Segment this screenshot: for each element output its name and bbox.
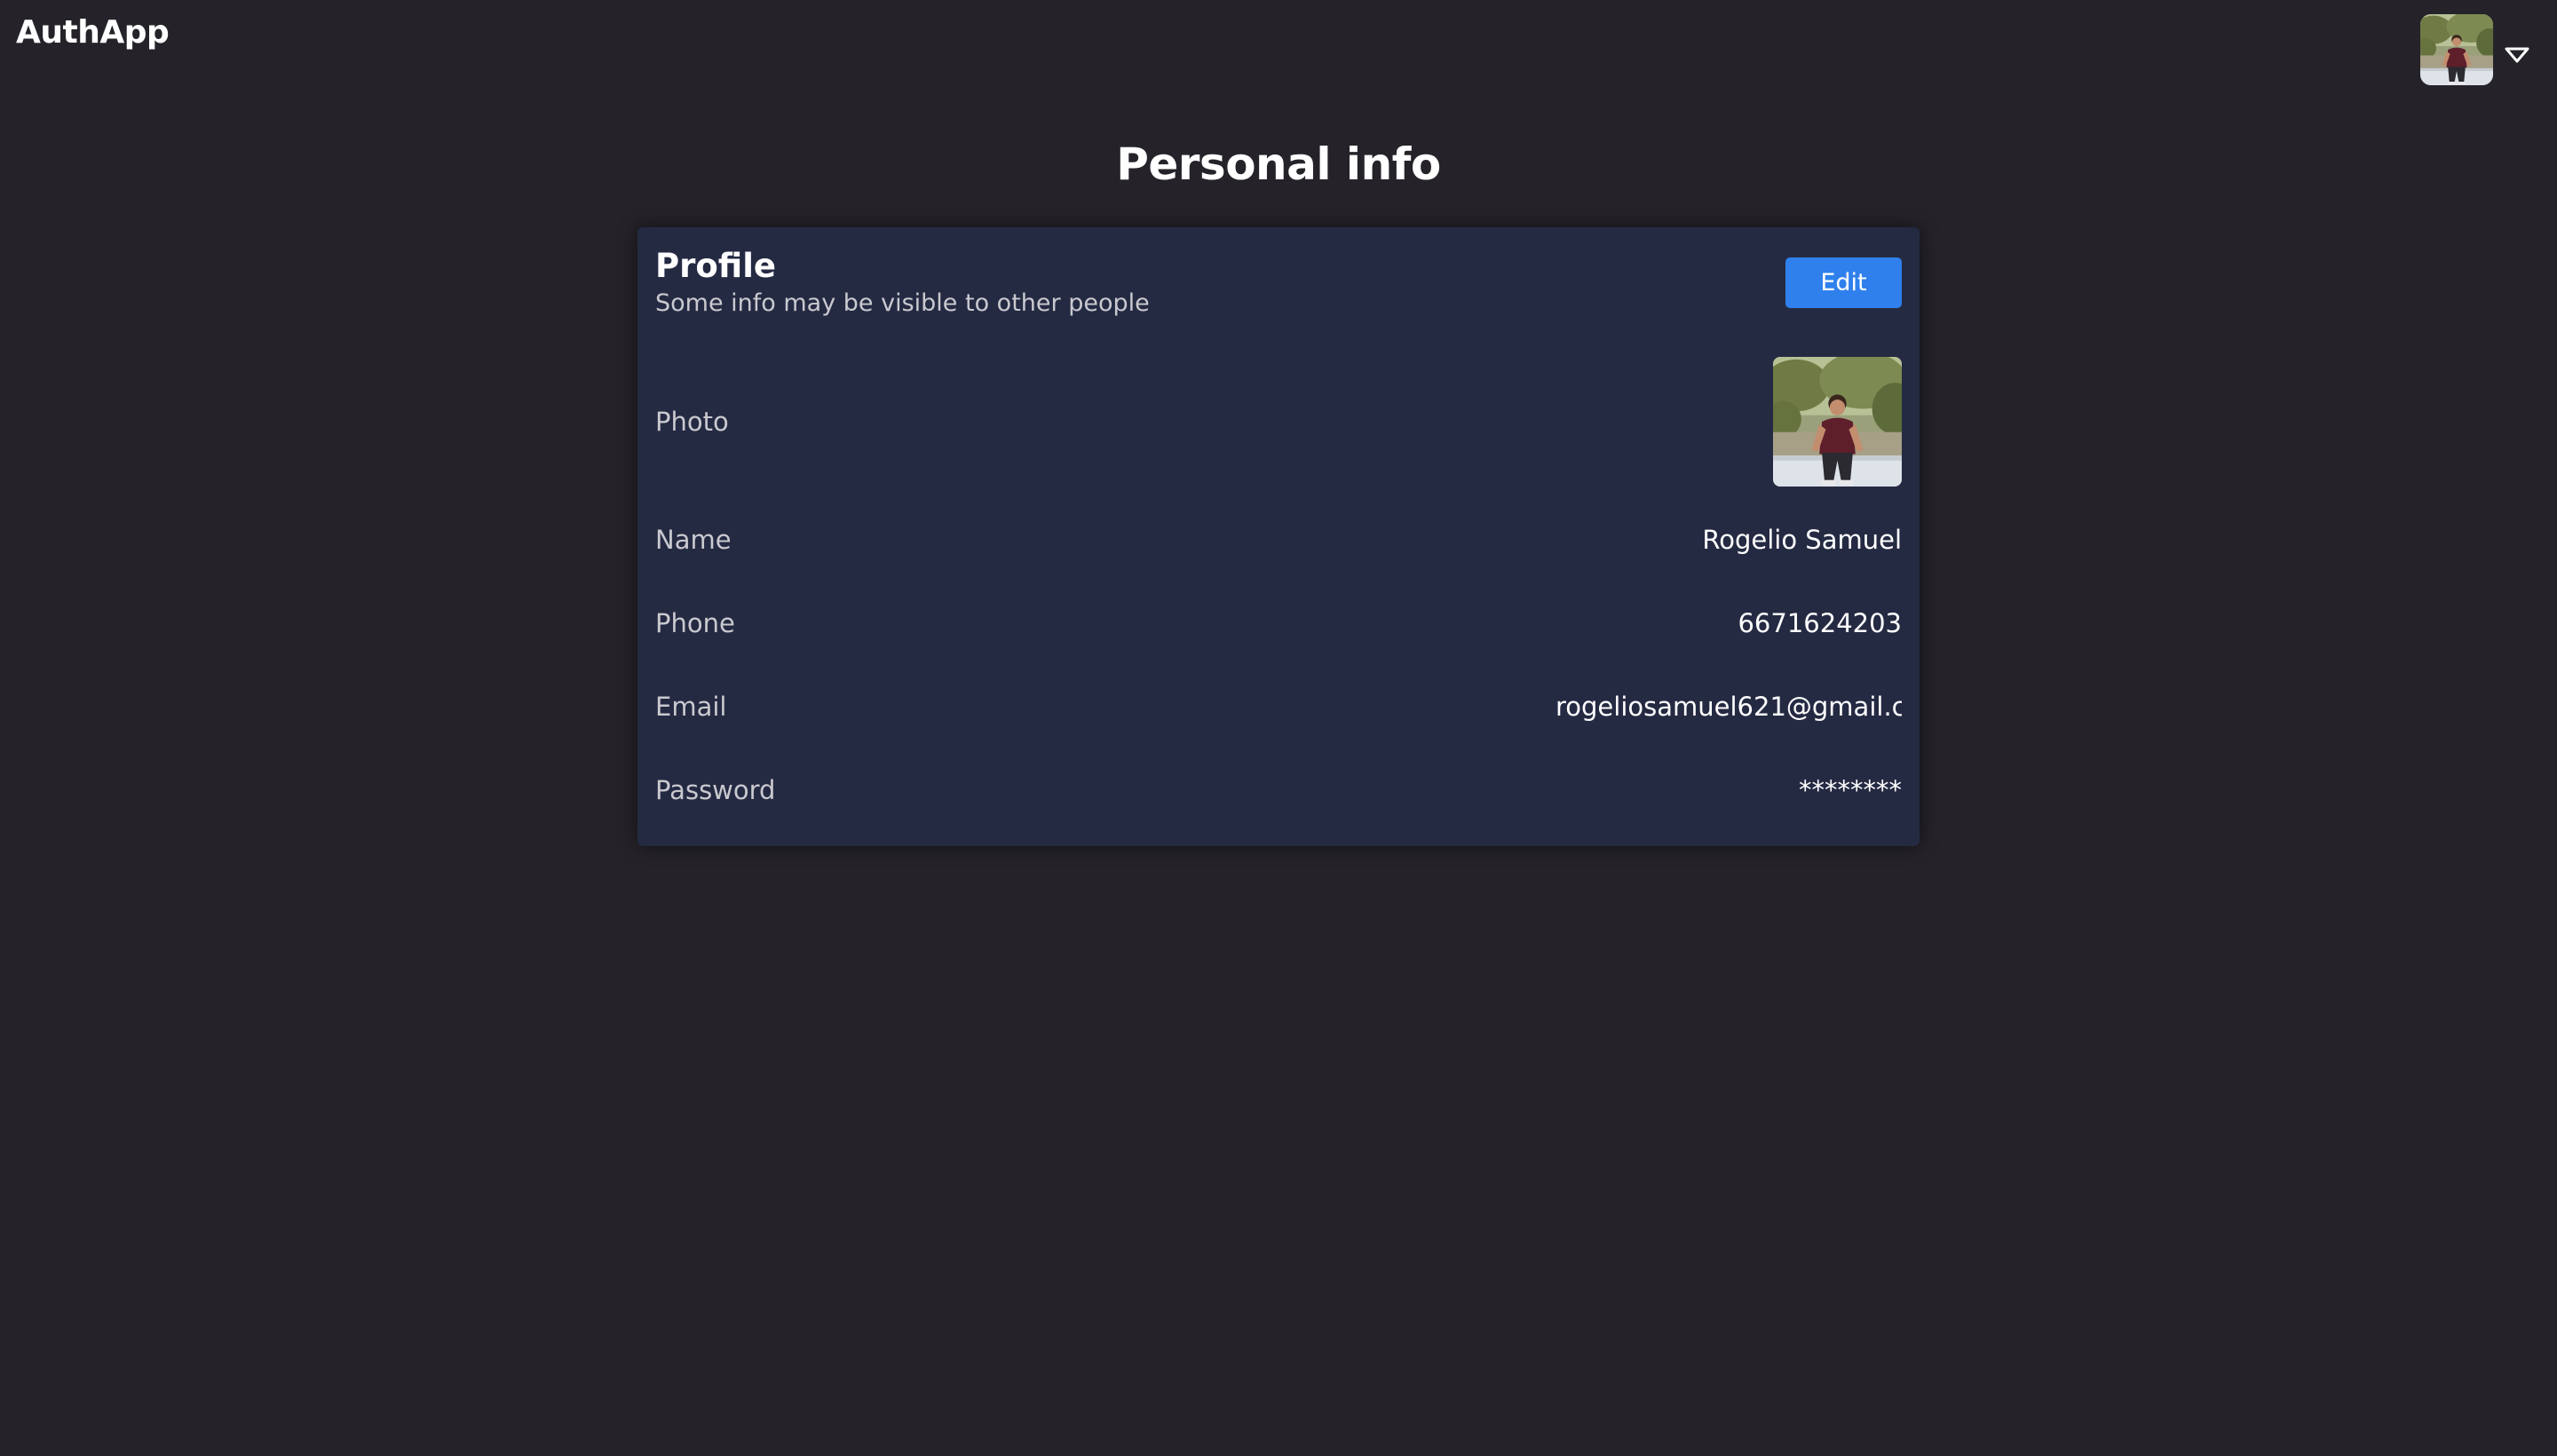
- profile-row-name: Name Rogelio Samuel: [655, 513, 1902, 566]
- photo-label: Photo: [655, 407, 729, 437]
- email-label: Email: [655, 692, 727, 722]
- page-title: Personal info: [1116, 138, 1441, 190]
- caret-down-icon[interactable]: [2504, 45, 2530, 65]
- phone-label: Phone: [655, 608, 735, 638]
- profile-photo: [1773, 357, 1902, 487]
- profile-card: Profile Some info may be visible to othe…: [637, 227, 1920, 846]
- top-navigation-bar: AuthApp: [0, 0, 2557, 98]
- user-avatar[interactable]: [2420, 14, 2493, 85]
- user-menu-toggle[interactable]: [2420, 14, 2530, 85]
- phone-value: 6671624203: [1738, 608, 1902, 638]
- email-value: rogeliosamuel621@gmail.com: [1556, 692, 1902, 722]
- password-value: ********: [1799, 775, 1902, 805]
- edit-button[interactable]: Edit: [1785, 257, 1902, 308]
- app-logo[interactable]: AuthApp: [16, 14, 170, 51]
- profile-card-subtitle: Some info may be visible to other people: [655, 289, 1150, 317]
- name-label: Name: [655, 525, 732, 555]
- profile-card-title: Profile: [655, 247, 776, 285]
- profile-row-phone: Phone 6671624203: [655, 597, 1902, 650]
- profile-row-password: Password ********: [655, 764, 1902, 817]
- profile-row-photo: Photo: [655, 357, 1902, 487]
- profile-row-email: Email rogeliosamuel621@gmail.com: [655, 680, 1902, 733]
- name-value: Rogelio Samuel: [1702, 525, 1902, 555]
- password-label: Password: [655, 775, 776, 805]
